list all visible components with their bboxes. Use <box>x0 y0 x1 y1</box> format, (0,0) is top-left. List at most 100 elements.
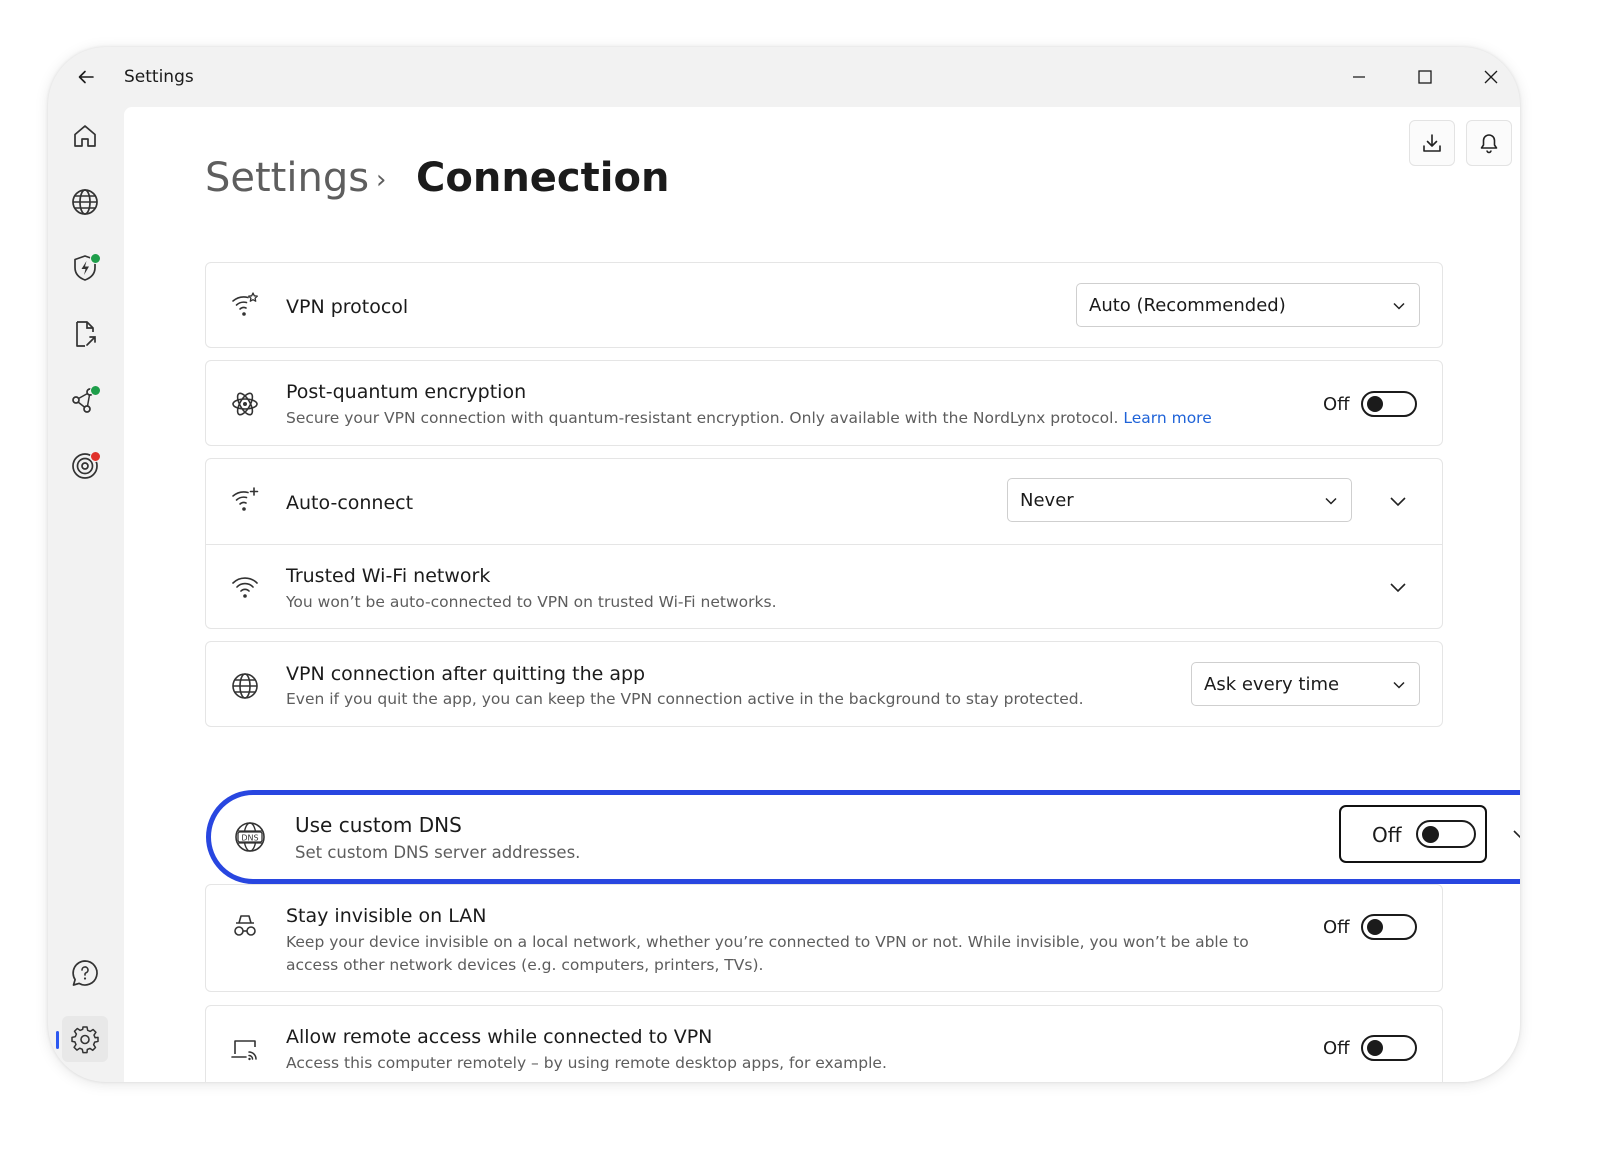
main-content: Settings › Connection VPN protocol Auto … <box>124 107 1520 1082</box>
help-icon <box>72 960 98 986</box>
remote-access-toggle[interactable]: Off <box>1311 1028 1423 1068</box>
vpn-after-quit-title: VPN connection after quitting the app <box>286 663 646 685</box>
bell-icon <box>1480 134 1498 154</box>
sidebar-item-settings[interactable] <box>56 1016 108 1062</box>
chevron-down-icon <box>1393 302 1405 310</box>
globe-icon <box>230 671 260 701</box>
wifi-sparkle-icon <box>230 485 260 515</box>
remote-access-title: Allow remote access while connected to V… <box>286 1026 713 1048</box>
vpn-after-quit-description: Even if you quit the app, you can keep t… <box>286 690 1084 708</box>
remote-access-description: Access this computer remotely – by using… <box>286 1054 887 1072</box>
custom-dns-state: Off <box>1372 823 1402 847</box>
sidebar-item-file-share[interactable] <box>62 311 108 357</box>
invisible-lan-description-line1: Keep your device invisible on a local ne… <box>286 933 1249 951</box>
post-quantum-title: Post-quantum encryption <box>286 381 527 403</box>
vpn-after-quit-value: Ask every time <box>1204 674 1340 695</box>
selection-indicator <box>56 1031 59 1049</box>
setting-card-auto-connect: Auto-connect Never Trusted Wi-Fi network… <box>205 458 1443 629</box>
toggle-knob <box>1367 1040 1383 1056</box>
vpn-after-quit-select[interactable]: Ask every time <box>1191 662 1420 706</box>
learn-more-link[interactable]: Learn more <box>1123 409 1211 427</box>
atom-icon <box>230 389 260 419</box>
remote-desktop-icon <box>230 1034 260 1064</box>
invisible-lan-description-line2: access other network devices (e.g. compu… <box>286 956 764 974</box>
auto-connect-value: Never <box>1020 490 1074 511</box>
post-quantum-description: Secure your VPN connection with quantum-… <box>286 409 1212 427</box>
gear-icon <box>71 1026 99 1054</box>
minimize-button[interactable] <box>1343 61 1375 93</box>
setting-card-vpn-after-quit: VPN connection after quitting the app Ev… <box>205 641 1443 727</box>
invisible-lan-state: Off <box>1323 917 1350 938</box>
trusted-wifi-title: Trusted Wi-Fi network <box>286 565 491 587</box>
back-arrow-icon <box>78 70 94 84</box>
chevron-down-icon <box>1390 497 1406 507</box>
window-title: Settings <box>124 67 194 87</box>
toggle-switch[interactable] <box>1361 1035 1417 1061</box>
trusted-wifi-description: You won’t be auto-connected to VPN on tr… <box>286 593 777 611</box>
toggle-knob <box>1422 826 1439 843</box>
chevron-down-icon <box>1390 583 1406 593</box>
incognito-icon <box>230 911 260 941</box>
remote-access-state: Off <box>1323 1038 1350 1059</box>
post-quantum-toggle[interactable]: Off <box>1311 384 1423 424</box>
chevron-down-icon <box>1325 497 1337 505</box>
invisible-lan-title: Stay invisible on LAN <box>286 905 487 927</box>
globe-icon <box>72 189 98 215</box>
setting-card-invisible-lan: Stay invisible on LAN Keep your device i… <box>205 884 1443 992</box>
vpn-protocol-title: VPN protocol <box>286 296 409 318</box>
breadcrumb-separator: › <box>376 165 387 195</box>
setting-card-remote-access: Allow remote access while connected to V… <box>205 1005 1443 1082</box>
close-button[interactable] <box>1475 61 1507 93</box>
file-share-icon <box>76 321 96 347</box>
sidebar-item-dark-web-monitor[interactable] <box>62 443 108 489</box>
wifi-icon <box>230 571 260 601</box>
toggle-switch[interactable] <box>1361 391 1417 417</box>
setting-card-custom-dns: DNS Use custom DNS Set custom DNS server… <box>206 790 1520 884</box>
setting-card-vpn-protocol: VPN protocol Auto (Recommended) <box>205 262 1443 348</box>
status-dot-green <box>90 253 101 264</box>
toggle-switch[interactable] <box>1361 914 1417 940</box>
sidebar-item-servers[interactable] <box>62 179 108 225</box>
sidebar-item-help[interactable] <box>62 950 108 996</box>
download-icon <box>1423 134 1441 152</box>
toggle-switch[interactable] <box>1416 820 1476 848</box>
page-title: Connection <box>416 155 670 201</box>
close-icon <box>1484 70 1498 84</box>
chevron-down-icon <box>1393 681 1405 689</box>
sidebar-item-home[interactable] <box>62 113 108 159</box>
toggle-knob <box>1367 396 1383 412</box>
back-button[interactable] <box>72 63 100 91</box>
custom-dns-toggle-focus[interactable]: Off <box>1339 805 1487 863</box>
title-bar: Settings <box>48 47 1520 107</box>
dns-globe-icon: DNS <box>233 820 267 854</box>
sidebar-item-threat-protection[interactable] <box>62 245 108 291</box>
home-icon <box>74 125 96 147</box>
status-dot-green <box>90 385 101 396</box>
custom-dns-title: Use custom DNS <box>295 813 462 837</box>
notifications-button[interactable] <box>1466 120 1512 166</box>
post-quantum-state: Off <box>1323 394 1350 415</box>
trusted-wifi-expand-button[interactable] <box>1386 575 1410 599</box>
auto-connect-title: Auto-connect <box>286 492 414 514</box>
downloads-button[interactable] <box>1409 120 1455 166</box>
sidebar-item-meshnet[interactable] <box>62 377 108 423</box>
vpn-protocol-select[interactable]: Auto (Recommended) <box>1076 283 1420 327</box>
invisible-lan-toggle[interactable]: Off <box>1311 907 1423 947</box>
vpn-protocol-value: Auto (Recommended) <box>1089 295 1286 316</box>
maximize-button[interactable] <box>1409 61 1441 93</box>
toggle-knob <box>1367 919 1383 935</box>
auto-connect-expand-button[interactable] <box>1386 489 1410 513</box>
wifi-star-icon <box>230 290 260 320</box>
divider <box>206 544 1442 545</box>
breadcrumb-root[interactable]: Settings <box>205 155 369 201</box>
custom-dns-expand-button[interactable] <box>1509 822 1520 846</box>
status-dot-red <box>90 451 101 462</box>
maximize-icon <box>1418 70 1432 84</box>
chevron-down-icon <box>1513 830 1520 839</box>
minimize-icon <box>1353 76 1365 78</box>
setting-card-post-quantum: Post-quantum encryption Secure your VPN … <box>205 360 1443 446</box>
svg-text:DNS: DNS <box>241 834 258 843</box>
custom-dns-description: Set custom DNS server addresses. <box>295 843 581 862</box>
auto-connect-select[interactable]: Never <box>1007 478 1352 522</box>
app-window: Settings Settings › Connection VPN proto… <box>48 47 1520 1082</box>
